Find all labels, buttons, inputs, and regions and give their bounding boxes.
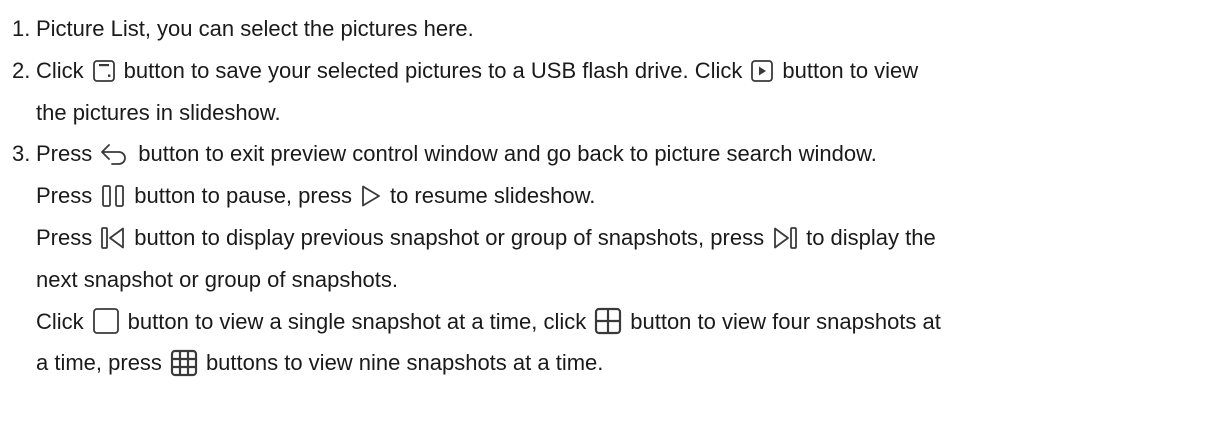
back-arrow-icon	[100, 142, 130, 166]
resume-play-icon	[360, 184, 382, 208]
item-text: button to view a single snapshot at a ti…	[127, 308, 587, 334]
pause-icon	[100, 184, 126, 208]
item-text: Press	[36, 183, 93, 209]
view-layout-line: Click button to view a single snapshot a…	[12, 301, 1230, 343]
item-text: Press	[36, 224, 93, 250]
item-text: to resume slideshow.	[389, 183, 596, 209]
item-text: buttons to view nine snapshots at a time…	[205, 350, 604, 376]
item-text: button to display previous snapshot or g…	[134, 224, 765, 250]
item-text: to display the	[806, 224, 936, 250]
next-snapshot-icon	[772, 226, 798, 250]
previous-next-line: Press button to display previous snapsho…	[12, 217, 1230, 259]
list-item-2: 2. Click button to save your selected pi…	[12, 50, 1230, 92]
pause-line: Press button to pause, press to resume s…	[12, 175, 1230, 217]
four-grid-view-icon	[594, 307, 622, 335]
item-text: next snapshot or group of snapshots.	[36, 266, 399, 292]
item-text: button to pause, press	[134, 183, 352, 209]
item-text: button to view	[782, 57, 919, 83]
item-text: button to exit preview control window an…	[138, 141, 877, 167]
nine-grid-view-icon	[170, 349, 198, 377]
slideshow-play-icon	[750, 59, 774, 83]
item-number: 1.	[12, 16, 31, 41]
item-text: Click	[36, 308, 84, 334]
item-number: 3.	[12, 141, 31, 167]
item-text: the pictures in slideshow.	[36, 99, 281, 125]
item-text: button to view four snapshots at	[630, 308, 941, 334]
list-item-3: 3. Press button to exit preview control …	[12, 133, 1230, 175]
save-to-usb-icon	[92, 59, 116, 83]
item-text: a time, press	[36, 350, 162, 376]
item-text: Press	[36, 141, 93, 167]
item-text: Click	[36, 57, 84, 83]
item-text: Picture List, you can select the picture…	[36, 16, 474, 41]
instruction-list: 1. Picture List, you can select the pict…	[0, 0, 1230, 384]
list-item-1: 1. Picture List, you can select the pict…	[12, 8, 1230, 50]
previous-next-continued: next snapshot or group of snapshots.	[12, 259, 1230, 301]
nine-view-line: a time, press buttons to view nine snaps…	[12, 342, 1230, 384]
single-view-icon	[92, 307, 120, 335]
item-number: 2.	[12, 57, 31, 83]
item-text: button to save your selected pictures to…	[123, 57, 743, 83]
previous-snapshot-icon	[100, 226, 126, 250]
list-item-2-continued: the pictures in slideshow.	[12, 92, 1230, 134]
